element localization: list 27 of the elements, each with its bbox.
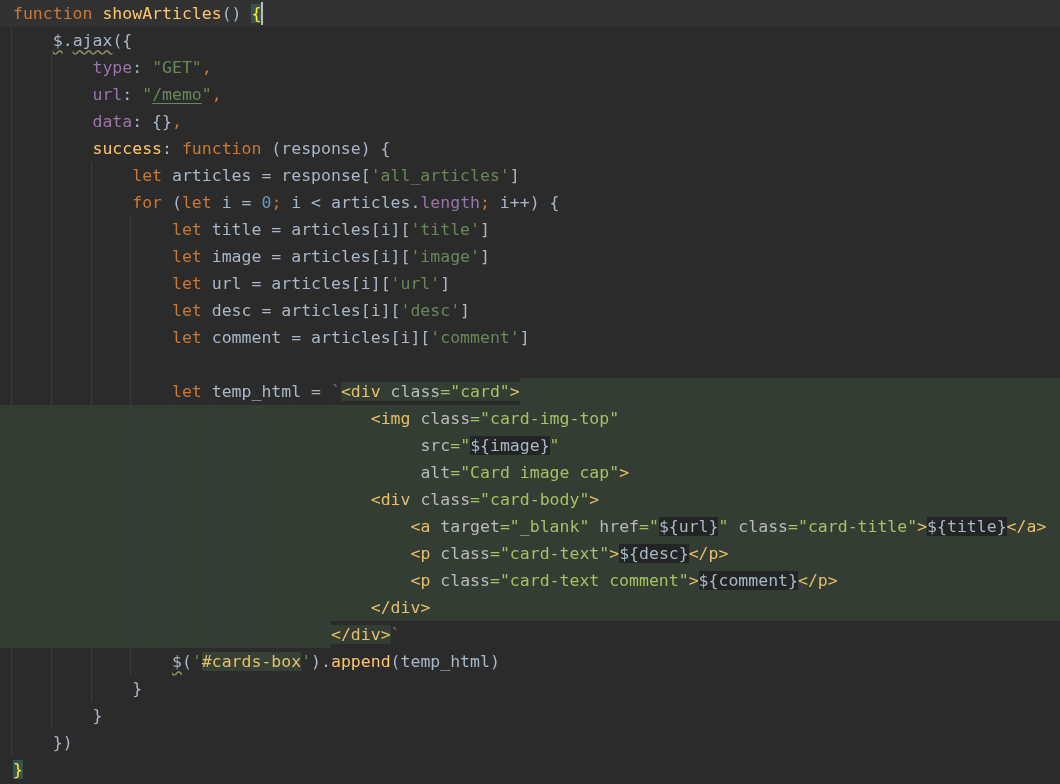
code-line: alt="Card image cap">	[13, 459, 630, 486]
code-line: <a target="_blank" href="${url}" class="card-title">${title}</a>	[13, 513, 1047, 540]
code-line: }	[13, 702, 103, 729]
code-line: <div class="card-body">	[13, 486, 600, 513]
code-line: type: "GET",	[13, 54, 212, 81]
code-line: let url = articles[i]['url']	[13, 270, 451, 297]
code-line: success: function (response) {	[13, 135, 391, 162]
code-line: <p class="card-text comment">${comment}</p>	[13, 567, 838, 594]
code-line: let comment = articles[i]['comment']	[13, 324, 530, 351]
code-line: let temp_html = `<div class="card">	[13, 378, 520, 405]
text-cursor	[261, 2, 264, 25]
code-line: <p class="card-text">${desc}</p>	[13, 540, 729, 567]
code-line: <img class="card-img-top"	[13, 405, 620, 432]
code-line: </div>	[13, 594, 431, 621]
code-line: let desc = articles[i]['desc']	[13, 297, 471, 324]
code-line: function showArticles() {	[13, 3, 262, 25]
code-line: let title = articles[i]['title']	[13, 216, 490, 243]
code-line: let articles = response['all_articles']	[13, 162, 520, 189]
code-line: url: "/memo",	[13, 81, 222, 108]
code-line: src="${image}"	[13, 432, 560, 459]
code-line: let image = articles[i]['image']	[13, 243, 490, 270]
code-line: }	[13, 675, 143, 702]
code-line: data: {},	[13, 108, 182, 135]
code-line: for (let i = 0; i < articles.length; i++) {	[13, 189, 560, 216]
code-line: $.ajax({	[13, 27, 133, 54]
code-line: $('#cards-box').append(temp_html)	[13, 648, 500, 675]
code-line: })	[13, 729, 73, 756]
